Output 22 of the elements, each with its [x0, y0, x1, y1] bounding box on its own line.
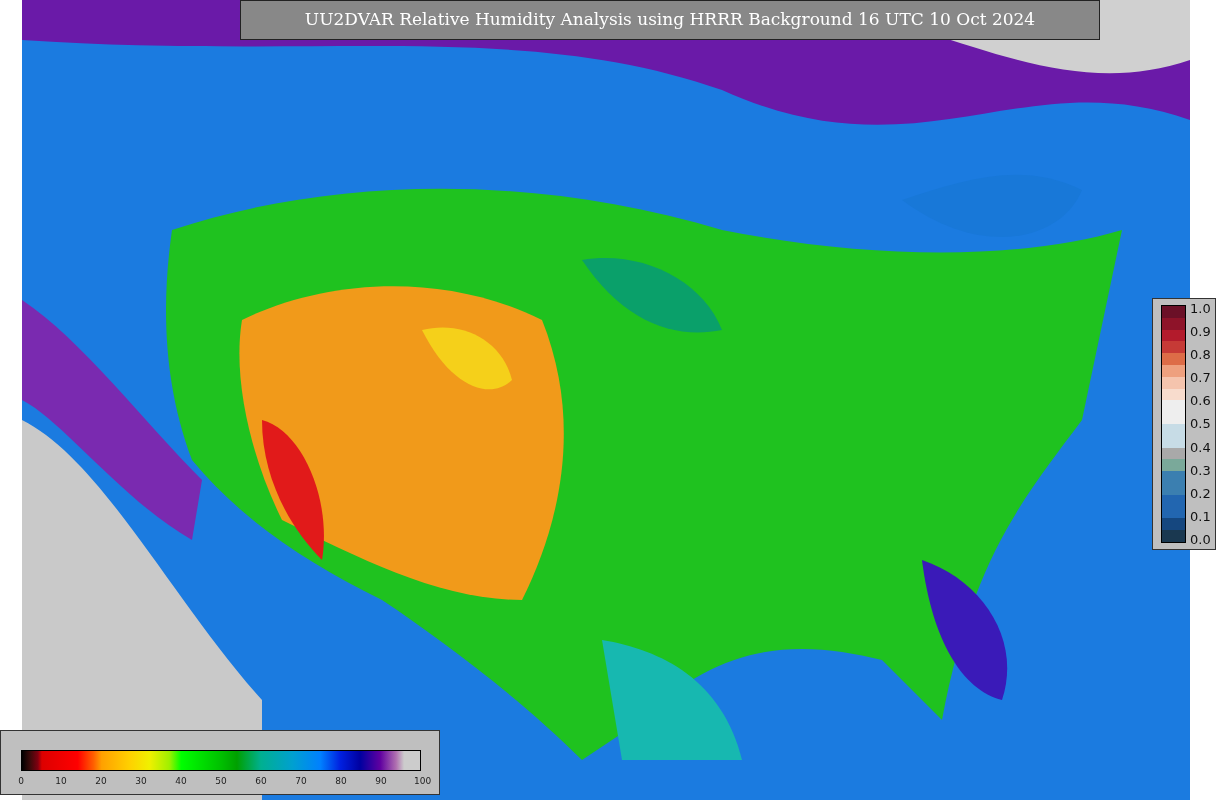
tick-label: 60 — [254, 775, 268, 788]
tick-label: 10 — [54, 775, 68, 788]
tick-label: 1.0 — [1190, 302, 1211, 315]
tick-label: 0.4 — [1190, 440, 1211, 454]
tick-label: 0.6 — [1190, 394, 1211, 408]
tick-label: 0.1 — [1190, 509, 1211, 523]
tick-label: 0.7 — [1190, 371, 1211, 385]
tick-label: 40 — [174, 775, 188, 788]
map-title: UU2DVAR Relative Humidity Analysis using HRRR Background 16 UTC 10 Oct 2024 — [240, 0, 1100, 40]
tick-label: 80 — [334, 775, 348, 788]
tick-label: 50 — [214, 775, 228, 788]
tick-label: 30 — [134, 775, 148, 788]
tick-label: 0.2 — [1190, 486, 1211, 500]
tick-label: 0.5 — [1190, 417, 1211, 431]
tick-label: 90 — [374, 775, 388, 788]
tick-label: 0.3 — [1190, 463, 1211, 477]
tick-label: 0 — [17, 775, 25, 788]
tick-label: 0.0 — [1190, 532, 1211, 546]
tick-label: 70 — [294, 775, 308, 788]
tick-label: 0.8 — [1190, 348, 1211, 362]
tick-label: 0.9 — [1190, 325, 1211, 339]
tick-label: 20 — [94, 775, 108, 788]
